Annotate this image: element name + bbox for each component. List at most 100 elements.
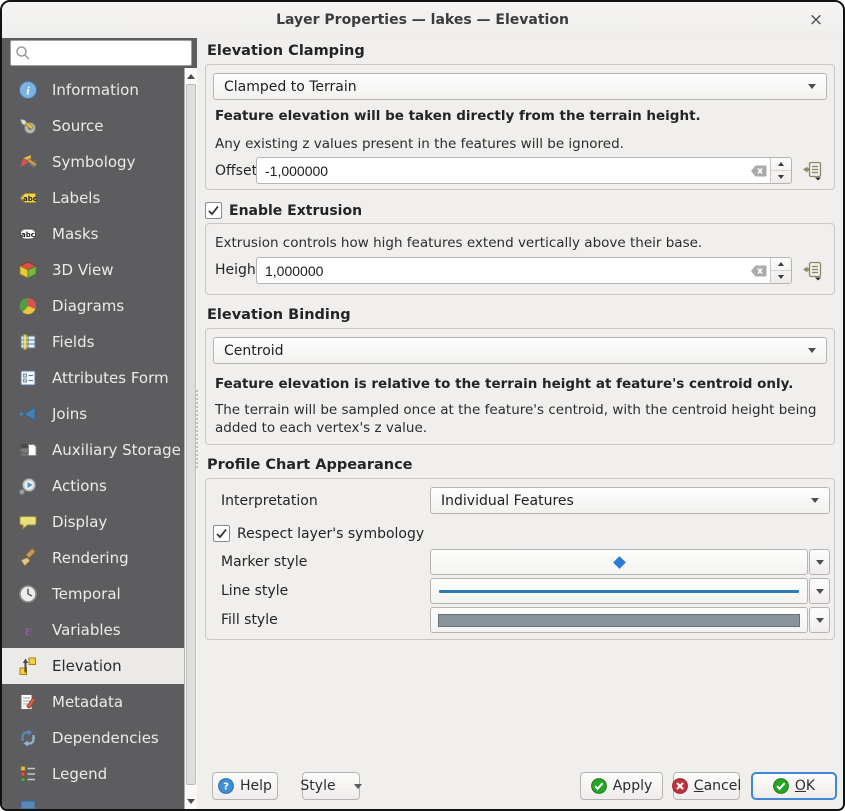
sidebar-item-source[interactable]: Source bbox=[2, 108, 184, 144]
ok-check-icon bbox=[772, 778, 789, 794]
auxiliary-storage-icon bbox=[17, 439, 39, 461]
sidebar-item-label: Metadata bbox=[52, 693, 124, 711]
line-style-dropdown-button[interactable] bbox=[809, 578, 830, 604]
profile-chart-appearance-header: Profile Chart Appearance bbox=[207, 457, 413, 473]
line-style-preview[interactable] bbox=[430, 578, 808, 604]
sidebar-item-temporal[interactable]: Temporal bbox=[2, 576, 184, 612]
sidebar-item-label: Attributes Form bbox=[52, 369, 169, 387]
respect-symbology-row: Respect layer's symbology bbox=[213, 525, 424, 542]
layer-properties-dialog: Layer Properties — lakes — Elevation × i… bbox=[0, 0, 845, 811]
fill-style-label: Fill style bbox=[221, 612, 278, 628]
sidebar-item-labels[interactable]: abc Labels bbox=[2, 180, 184, 216]
binding-description: The terrain will be sampled once at the … bbox=[215, 402, 817, 436]
sidebar-item-joins[interactable]: Joins bbox=[2, 396, 184, 432]
svg-text:?: ? bbox=[223, 782, 229, 793]
interpretation-combobox[interactable]: Individual Features bbox=[430, 487, 830, 514]
metadata-icon bbox=[17, 691, 39, 713]
chevron-down-icon bbox=[811, 498, 819, 503]
joins-icon bbox=[17, 403, 39, 425]
help-icon: ? bbox=[218, 778, 234, 794]
sidebar-item-dependencies[interactable]: Dependencies bbox=[2, 720, 184, 756]
clamping-combobox-value: Clamped to Terrain bbox=[224, 78, 357, 95]
clear-value-icon[interactable] bbox=[748, 158, 770, 183]
sidebar-item-label: Display bbox=[52, 513, 108, 531]
cancel-button[interactable]: Cancel bbox=[671, 772, 742, 800]
sidebar-item-fields[interactable]: Fields bbox=[2, 324, 184, 360]
sidebar-item-label: Rendering bbox=[52, 549, 129, 567]
sidebar-item-elevation[interactable]: Elevation bbox=[2, 648, 184, 684]
sidebar-item-label: Elevation bbox=[52, 657, 122, 675]
clear-value-icon[interactable] bbox=[748, 258, 770, 283]
svg-text:ε: ε bbox=[25, 623, 32, 640]
offset-spinbox[interactable] bbox=[256, 157, 792, 184]
sidebar-item-rendering[interactable]: Rendering bbox=[2, 540, 184, 576]
sidebar-item-actions[interactable]: Actions bbox=[2, 468, 184, 504]
sidebar-item-label: Diagrams bbox=[52, 297, 125, 315]
offset-spinner[interactable] bbox=[770, 158, 791, 183]
interpretation-label: Interpretation bbox=[221, 493, 318, 509]
fill-style-dropdown-button[interactable] bbox=[809, 607, 830, 633]
sidebar-item-metadata[interactable]: Metadata bbox=[2, 684, 184, 720]
data-defined-override-button[interactable] bbox=[800, 158, 826, 184]
sidebar-item-label: Dependencies bbox=[52, 729, 159, 747]
sidebar-item-3d-view[interactable]: 3D View bbox=[2, 252, 184, 288]
scroll-down-icon[interactable] bbox=[185, 794, 197, 808]
respect-symbology-checkbox[interactable] bbox=[213, 525, 230, 542]
scroll-up-icon[interactable] bbox=[185, 69, 197, 83]
extrusion-group: Extrusion controls how high features ext… bbox=[205, 223, 835, 295]
fill-preview-graphic bbox=[438, 613, 800, 627]
elevation-clamping-group: Clamped to Terrain Feature elevation wil… bbox=[205, 64, 835, 190]
sidebar-item-partial[interactable] bbox=[2, 792, 184, 809]
clamping-combobox[interactable]: Clamped to Terrain bbox=[213, 73, 827, 100]
close-icon[interactable]: × bbox=[805, 9, 827, 31]
title-bar: Layer Properties — lakes — Elevation × bbox=[2, 2, 843, 39]
sidebar-item-diagrams[interactable]: Diagrams bbox=[2, 288, 184, 324]
svg-text:abc: abc bbox=[23, 195, 37, 203]
sidebar-item-information[interactable]: i Information bbox=[2, 72, 184, 108]
height-spinbox[interactable] bbox=[256, 257, 792, 284]
apply-button[interactable]: Apply bbox=[580, 772, 663, 800]
marker-style-preview[interactable] bbox=[430, 549, 808, 575]
sidebar-item-label: Joins bbox=[52, 405, 88, 423]
sidebar-item-variables[interactable]: ε Variables bbox=[2, 612, 184, 648]
clock-icon bbox=[17, 583, 39, 605]
help-button[interactable]: ? Help bbox=[212, 772, 278, 800]
data-defined-override-button[interactable] bbox=[800, 258, 826, 284]
sidebar-item-label: Temporal bbox=[52, 585, 121, 603]
sidebar-item-attributes-form[interactable]: Attributes Form bbox=[2, 360, 184, 396]
information-icon: i bbox=[17, 79, 39, 101]
server-icon bbox=[17, 799, 39, 809]
ok-button[interactable]: OK bbox=[751, 772, 837, 800]
help-button-label: Help bbox=[240, 778, 272, 794]
height-input[interactable] bbox=[257, 258, 748, 283]
cancel-button-label: Cancel bbox=[693, 778, 742, 794]
elevation-binding-group: Centroid Feature elevation is relative t… bbox=[205, 328, 835, 445]
svg-text:abc: abc bbox=[21, 231, 35, 239]
sidebar-item-label: Actions bbox=[52, 477, 107, 495]
marker-style-dropdown-button[interactable] bbox=[809, 549, 830, 575]
sidebar-item-symbology[interactable]: Symbology bbox=[2, 144, 184, 180]
rendering-icon bbox=[17, 547, 39, 569]
legend-icon bbox=[17, 763, 39, 785]
offset-label: Offset bbox=[215, 163, 258, 179]
fill-style-preview[interactable] bbox=[430, 607, 808, 633]
scrollbar-thumb[interactable] bbox=[186, 84, 196, 785]
search-input[interactable] bbox=[10, 40, 192, 66]
binding-combobox-value: Centroid bbox=[224, 342, 284, 359]
sidebar-item-label: Source bbox=[52, 117, 104, 135]
sidebar-item-masks[interactable]: abc Masks bbox=[2, 216, 184, 252]
sidebar-item-legend[interactable]: Legend bbox=[2, 756, 184, 792]
height-spinner[interactable] bbox=[770, 258, 791, 283]
enable-extrusion-label: Enable Extrusion bbox=[229, 202, 363, 219]
style-menu-button[interactable]: Style bbox=[300, 772, 362, 800]
sidebar-search bbox=[10, 40, 192, 66]
binding-combobox[interactable]: Centroid bbox=[213, 337, 827, 364]
sidebar-item-label: Symbology bbox=[52, 153, 136, 171]
splitter-handle[interactable] bbox=[196, 390, 198, 468]
sidebar-item-auxiliary-storage[interactable]: Auxiliary Storage bbox=[2, 432, 184, 468]
sidebar-item-label: 3D View bbox=[52, 261, 114, 279]
offset-input[interactable] bbox=[257, 158, 748, 183]
enable-extrusion-checkbox[interactable] bbox=[205, 202, 222, 219]
sidebar-item-label: Masks bbox=[52, 225, 99, 243]
sidebar-item-display[interactable]: Display bbox=[2, 504, 184, 540]
